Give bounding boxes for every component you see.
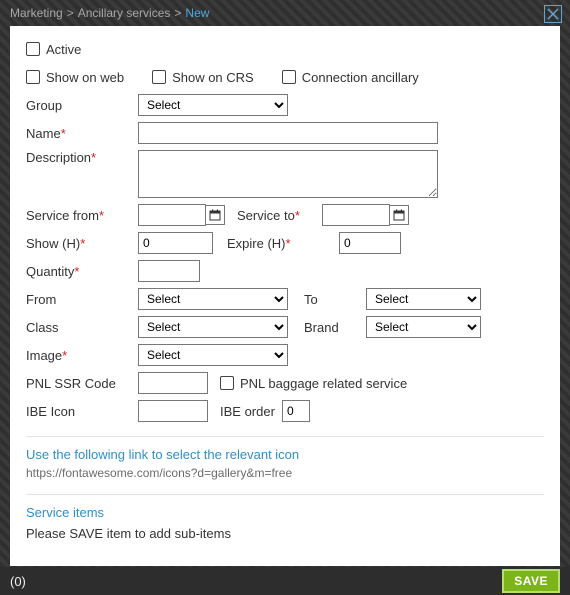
- service-from-label: Service from*: [26, 208, 138, 223]
- ibe-order-input[interactable]: [282, 400, 310, 422]
- pnl-ssr-input[interactable]: [138, 372, 208, 394]
- breadcrumb-sep: >: [67, 6, 74, 20]
- show-web-label: Show on web: [46, 70, 124, 85]
- connection-ancillary-checkbox-wrap[interactable]: Connection ancillary: [282, 70, 419, 85]
- expire-h-input[interactable]: [339, 232, 401, 254]
- description-label: Description*: [26, 150, 138, 165]
- calendar-icon: [209, 209, 221, 221]
- expire-h-label: Expire (H)*: [227, 236, 312, 251]
- service-to-label: Service to*: [237, 208, 322, 223]
- show-crs-checkbox[interactable]: [152, 70, 166, 84]
- form-panel: Active Show on web Show on CRS Connectio…: [10, 26, 560, 566]
- divider: [26, 436, 544, 437]
- from-select[interactable]: Select: [138, 288, 288, 310]
- group-select[interactable]: Select: [138, 94, 288, 116]
- pnl-ssr-label: PNL SSR Code: [26, 376, 138, 391]
- service-from-calendar-button[interactable]: [205, 205, 225, 225]
- show-crs-label: Show on CRS: [172, 70, 254, 85]
- breadcrumb-ancillary[interactable]: Ancillary services: [78, 6, 171, 20]
- service-to-input[interactable]: [322, 204, 390, 226]
- image-label: Image*: [26, 348, 138, 363]
- quantity-label: Quantity*: [26, 264, 138, 279]
- brand-select[interactable]: Select: [366, 316, 481, 338]
- class-select[interactable]: Select: [138, 316, 288, 338]
- service-from-input[interactable]: [138, 204, 206, 226]
- save-button[interactable]: SAVE: [502, 569, 560, 593]
- close-icon: [547, 8, 559, 20]
- name-label: Name*: [26, 126, 138, 141]
- service-items-note: Please SAVE item to add sub-items: [26, 526, 544, 541]
- breadcrumb: Marketing > Ancillary services > New: [0, 0, 570, 24]
- icon-link-title: Use the following link to select the rel…: [26, 447, 544, 462]
- class-label: Class: [26, 320, 138, 335]
- breadcrumb-sep: >: [174, 6, 181, 20]
- connection-ancillary-label: Connection ancillary: [302, 70, 419, 85]
- close-button[interactable]: [544, 5, 562, 23]
- active-label: Active: [46, 42, 81, 57]
- active-checkbox[interactable]: [26, 42, 40, 56]
- to-label: To: [304, 292, 366, 307]
- breadcrumb-marketing[interactable]: Marketing: [10, 6, 63, 20]
- show-h-label: Show (H)*: [26, 236, 138, 251]
- name-input[interactable]: [138, 122, 438, 144]
- to-select[interactable]: Select: [366, 288, 481, 310]
- breadcrumb-current: New: [185, 6, 209, 20]
- show-web-checkbox-wrap[interactable]: Show on web: [26, 70, 124, 85]
- service-to-calendar-button[interactable]: [389, 205, 409, 225]
- from-label: From: [26, 292, 138, 307]
- calendar-icon: [393, 209, 405, 221]
- service-items-title: Service items: [26, 505, 544, 520]
- ibe-icon-input[interactable]: [138, 400, 208, 422]
- footer-count: (0): [10, 574, 26, 589]
- show-crs-checkbox-wrap[interactable]: Show on CRS: [152, 70, 254, 85]
- quantity-input[interactable]: [138, 260, 200, 282]
- group-label: Group: [26, 98, 138, 113]
- icon-link-url[interactable]: https://fontawesome.com/icons?d=gallery&…: [26, 466, 544, 480]
- image-select[interactable]: Select: [138, 344, 288, 366]
- connection-ancillary-checkbox[interactable]: [282, 70, 296, 84]
- show-web-checkbox[interactable]: [26, 70, 40, 84]
- pnl-baggage-checkbox-wrap[interactable]: PNL baggage related service: [220, 376, 407, 391]
- active-checkbox-wrap[interactable]: Active: [26, 42, 81, 57]
- pnl-baggage-checkbox[interactable]: [220, 376, 234, 390]
- brand-label: Brand: [304, 320, 366, 335]
- divider: [26, 494, 544, 495]
- ibe-order-label: IBE order: [220, 404, 282, 419]
- footer-bar: (0) SAVE: [0, 567, 570, 595]
- ibe-icon-label: IBE Icon: [26, 404, 138, 419]
- description-textarea[interactable]: [138, 150, 438, 198]
- pnl-baggage-label: PNL baggage related service: [240, 376, 407, 391]
- show-h-input[interactable]: [138, 232, 213, 254]
